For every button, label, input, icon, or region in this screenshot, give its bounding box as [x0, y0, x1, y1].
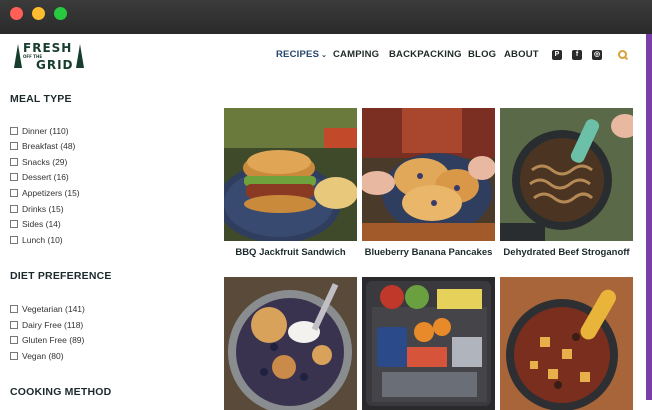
- tree-icon: [76, 44, 84, 68]
- filter-dessert[interactable]: Dessert (16): [10, 171, 69, 183]
- recipe-photo-blueberry-cobbler[interactable]: [224, 277, 357, 410]
- recipe-image: [224, 277, 357, 410]
- filter-label: Lunch (10): [22, 235, 63, 245]
- filter-breakfast[interactable]: Breakfast (48): [10, 140, 75, 152]
- scrollbar-accent[interactable]: [646, 34, 652, 400]
- recipe-photo-jackfruit-sandwich[interactable]: [224, 108, 357, 241]
- filter-vegan[interactable]: Vegan (80): [10, 350, 64, 362]
- recipe-photo-blueberry-pancakes[interactable]: [362, 108, 495, 241]
- filter-label: Gluten Free (89): [22, 335, 85, 345]
- recipe-title[interactable]: Blueberry Banana Pancakes: [360, 245, 497, 261]
- filter-dinner[interactable]: Dinner (110): [10, 125, 69, 137]
- recipe-title[interactable]: Dehydrated Beef Stroganoff: [498, 245, 635, 261]
- checkbox[interactable]: [10, 336, 18, 344]
- filter-lunch[interactable]: Lunch (10): [10, 234, 63, 246]
- filter-appetizers[interactable]: Appetizers (15): [10, 187, 80, 199]
- checkbox[interactable]: [10, 173, 18, 181]
- site-logo[interactable]: FRESH OFF THE GRID: [14, 42, 84, 72]
- nav-label-recipes: RECIPES: [276, 49, 320, 60]
- filter-dairy-free[interactable]: Dairy Free (118): [10, 319, 83, 331]
- filter-label: Dairy Free (118): [22, 320, 84, 330]
- pinterest-icon[interactable]: P: [552, 50, 562, 60]
- logo-text-fresh: FRESH: [23, 41, 73, 55]
- checkbox[interactable]: [10, 189, 18, 197]
- diet-preference-heading: DIET PREFERENCE: [10, 270, 112, 282]
- checkbox[interactable]: [10, 127, 18, 135]
- filter-label: Breakfast (48): [22, 141, 76, 151]
- checkbox[interactable]: [10, 321, 18, 329]
- filter-snacks[interactable]: Snacks (29): [10, 156, 67, 168]
- filter-vegetarian[interactable]: Vegetarian (141): [10, 303, 85, 315]
- meal-type-heading: MEAL TYPE: [10, 93, 72, 105]
- filter-label: Dinner (110): [22, 126, 69, 136]
- checkbox[interactable]: [10, 220, 18, 228]
- instagram-icon[interactable]: ◎: [592, 50, 602, 60]
- checkbox[interactable]: [10, 236, 18, 244]
- minimize-window-button[interactable]: [32, 7, 45, 20]
- chevron-down-icon: ⌄: [321, 52, 328, 59]
- search-icon[interactable]: [618, 50, 629, 61]
- recipe-photo-beef-stroganoff[interactable]: [500, 108, 633, 241]
- recipe-image: [224, 108, 357, 241]
- page: FRESH OFF THE GRID RECIPES ⌄ CAMPING BACK…: [0, 34, 646, 410]
- filter-label: Dessert (16): [22, 172, 69, 182]
- facebook-icon[interactable]: f: [572, 50, 582, 60]
- filter-sides[interactable]: Sides (14): [10, 218, 61, 230]
- filter-label: Vegan (80): [22, 351, 64, 361]
- checkbox[interactable]: [10, 158, 18, 166]
- recipe-title[interactable]: BBQ Jackfruit Sandwich: [222, 245, 359, 261]
- nav-item-camping[interactable]: CAMPING: [333, 49, 379, 60]
- search-icon-handle: [623, 55, 629, 61]
- nav-item-about[interactable]: ABOUT: [504, 49, 539, 60]
- filter-label: Vegetarian (141): [22, 304, 85, 314]
- checkbox[interactable]: [10, 205, 18, 213]
- checkbox[interactable]: [10, 305, 18, 313]
- maximize-window-button[interactable]: [54, 7, 67, 20]
- recipe-image: [500, 108, 633, 241]
- nav-item-backpacking[interactable]: BACKPACKING: [389, 49, 462, 60]
- nav-item-blog[interactable]: BLOG: [468, 49, 496, 60]
- recipe-image: [362, 277, 495, 410]
- recipe-image: [362, 108, 495, 241]
- filter-drinks[interactable]: Drinks (15): [10, 203, 64, 215]
- window-titlebar: [0, 0, 652, 34]
- nav-item-recipes[interactable]: RECIPES ⌄: [276, 49, 327, 60]
- cooking-method-heading: COOKING METHOD: [10, 386, 112, 398]
- recipe-photo-chili[interactable]: [500, 277, 633, 410]
- checkbox[interactable]: [10, 352, 18, 360]
- filter-label: Drinks (15): [22, 204, 64, 214]
- filter-label: Snacks (29): [22, 157, 68, 167]
- filter-label: Appetizers (15): [22, 188, 80, 198]
- recipe-photo-cooler[interactable]: [362, 277, 495, 410]
- close-window-button[interactable]: [10, 7, 23, 20]
- checkbox[interactable]: [10, 142, 18, 150]
- filter-label: Sides (14): [22, 219, 61, 229]
- logo-text-grid: GRID: [36, 58, 74, 72]
- tree-icon: [14, 44, 22, 68]
- recipe-image: [500, 277, 633, 410]
- filter-gluten-free[interactable]: Gluten Free (89): [10, 334, 84, 346]
